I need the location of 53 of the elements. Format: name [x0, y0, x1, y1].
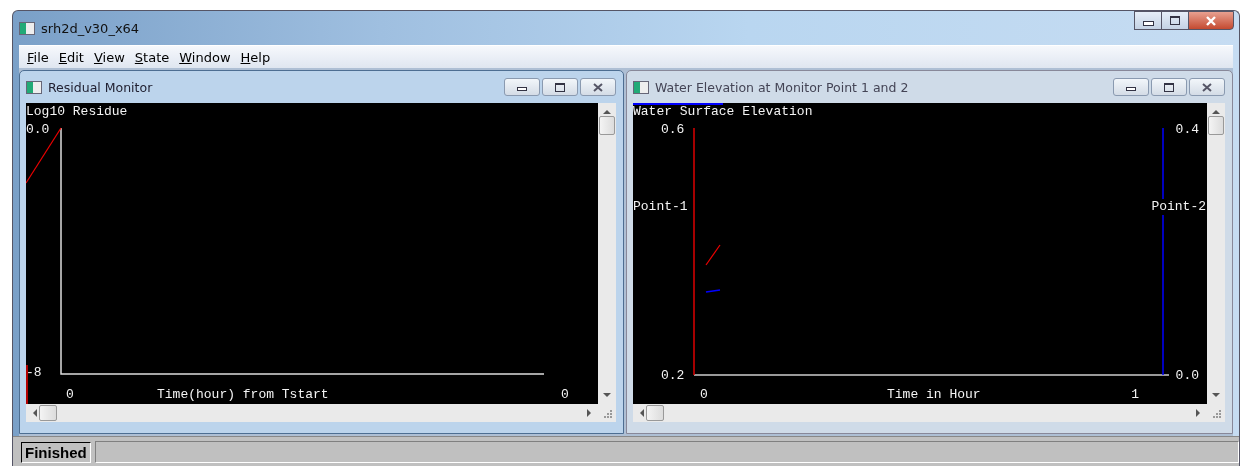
close-button[interactable] — [1189, 78, 1225, 96]
resize-grip-icon[interactable] — [604, 410, 612, 418]
horizontal-scrollbar[interactable] — [633, 404, 1207, 422]
minimize-button[interactable] — [1134, 11, 1162, 30]
menu-item[interactable]: View — [89, 49, 131, 65]
axis-label: -8 — [26, 365, 42, 381]
axis-label: 0 — [561, 387, 569, 403]
window-title: Residual Monitor — [48, 79, 153, 95]
app-icon — [19, 21, 35, 35]
scroll-thumb[interactable] — [646, 405, 664, 421]
close-icon — [1205, 15, 1217, 26]
close-button[interactable] — [580, 78, 616, 96]
vertical-scrollbar[interactable] — [1207, 103, 1225, 404]
menu-item[interactable]: Edit — [54, 49, 90, 65]
axis-label: 0.0 — [26, 122, 50, 138]
series-label: Point-1 — [633, 199, 688, 215]
close-icon — [1201, 82, 1213, 92]
axis-title: Time(hour) from Tstart — [157, 387, 329, 403]
menu-item[interactable]: Window — [175, 49, 237, 65]
vertical-scrollbar[interactable] — [598, 103, 616, 404]
point-one-line — [705, 244, 721, 266]
resize-grip-icon[interactable] — [1213, 410, 1221, 418]
scroll-thumb[interactable] — [39, 405, 57, 421]
plot-title: Water Surface Elevation — [633, 104, 813, 120]
close-icon — [592, 82, 604, 92]
menu-item[interactable]: Help — [236, 49, 277, 65]
axis-label: 0.0 — [1175, 368, 1199, 384]
axis-label: 0 — [700, 387, 708, 403]
horizontal-scrollbar[interactable] — [26, 404, 598, 422]
axis-label: 0.6 — [661, 122, 685, 138]
status-text: Finished — [21, 441, 91, 463]
maximize-button[interactable] — [1161, 11, 1189, 30]
minimize-button[interactable] — [1113, 78, 1149, 96]
axis-label: 0 — [66, 387, 74, 403]
plot-title: Log10 Residue — [26, 104, 128, 120]
minimize-button[interactable] — [504, 78, 540, 96]
axis-label: 0.4 — [1175, 122, 1199, 138]
axis-label: 0.2 — [661, 368, 685, 384]
scroll-thumb[interactable] — [1208, 116, 1224, 135]
window-title: srh2d_v30_x64 — [41, 20, 140, 36]
axis-title: Time in Hour — [887, 387, 981, 403]
close-button[interactable] — [1188, 11, 1234, 30]
point-two-line — [705, 289, 721, 293]
menu-item[interactable]: State — [130, 49, 176, 65]
maximize-button[interactable] — [1151, 78, 1187, 96]
window-icon — [26, 80, 42, 94]
axis-label: 1 — [1131, 387, 1139, 403]
scroll-thumb[interactable] — [599, 116, 615, 135]
window-title: Water Elevation at Monitor Point 1 and 2 — [655, 79, 909, 95]
maximize-button[interactable] — [542, 78, 578, 96]
plot-edge-line — [26, 364, 28, 404]
window-icon — [633, 80, 649, 94]
menu-item[interactable]: File — [23, 49, 55, 65]
